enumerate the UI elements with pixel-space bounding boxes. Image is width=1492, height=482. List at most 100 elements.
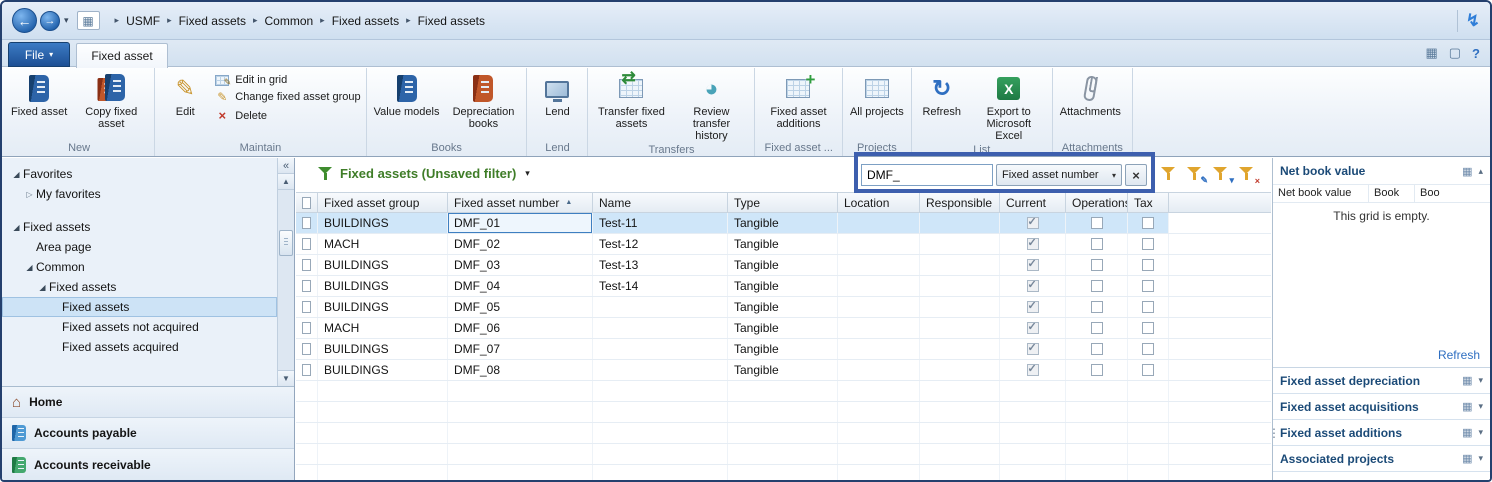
factbox-column-header[interactable]: Net book value bbox=[1273, 185, 1369, 202]
help-icon[interactable]: ? bbox=[1472, 46, 1480, 61]
panes-icon[interactable]: ▢ bbox=[1449, 45, 1461, 61]
file-menu-button[interactable]: File ▾ bbox=[8, 42, 70, 67]
tax-checkbox[interactable] bbox=[1142, 280, 1154, 292]
breadcrumb-item-area[interactable]: Common bbox=[264, 14, 313, 28]
table-row[interactable]: BUILDINGS DMF_08 Tangible bbox=[296, 360, 1271, 381]
table-row[interactable]: BUILDINGS DMF_01 Test-11 Tangible bbox=[296, 213, 1271, 234]
open-in-grid-icon[interactable]: ▦ bbox=[1462, 452, 1472, 465]
collapse-pane-button[interactable]: « bbox=[278, 158, 294, 174]
factbox-column-header[interactable]: Boo bbox=[1415, 185, 1490, 202]
row-select-checkbox[interactable] bbox=[302, 280, 311, 292]
column-header-fixed-asset-group[interactable]: Fixed asset group bbox=[318, 193, 448, 212]
operations-checkbox[interactable] bbox=[1091, 322, 1103, 334]
tree-item-fixed-assets-not-acquired[interactable]: Fixed assets not acquired bbox=[2, 317, 277, 337]
current-checkbox[interactable] bbox=[1027, 343, 1039, 355]
scrollbar-thumb[interactable] bbox=[279, 230, 293, 256]
flash-icon[interactable]: ↯ bbox=[1466, 11, 1480, 31]
copy-fixed-asset-button[interactable]: Copy fixed asset bbox=[71, 69, 151, 131]
tab-fixed-asset[interactable]: Fixed asset bbox=[76, 43, 168, 68]
export-to-excel-button[interactable]: X Export to Microsoft Excel bbox=[969, 69, 1049, 143]
change-fixed-asset-group-button[interactable]: ✎ Change fixed asset group bbox=[214, 90, 360, 104]
tree-item-area-page[interactable]: Area page bbox=[2, 237, 277, 257]
tree-item-my-favorites[interactable]: ▷ My favorites bbox=[2, 184, 277, 204]
column-header-responsible[interactable]: Responsible bbox=[920, 193, 1000, 212]
operations-checkbox[interactable] bbox=[1091, 364, 1103, 376]
recent-pages-dropdown[interactable]: ▾ bbox=[64, 15, 69, 26]
tax-checkbox[interactable] bbox=[1142, 322, 1154, 334]
operations-checkbox[interactable] bbox=[1091, 259, 1103, 271]
tree-item-fixed-assets-acquired[interactable]: Fixed assets acquired bbox=[2, 337, 277, 357]
fixed-asset-additions-button[interactable]: + Fixed asset additions bbox=[758, 69, 838, 131]
row-select-checkbox[interactable] bbox=[302, 343, 311, 355]
table-row[interactable]: MACH DMF_06 Tangible bbox=[296, 318, 1271, 339]
depreciation-books-button[interactable]: Depreciation books bbox=[443, 69, 523, 131]
select-all-checkbox[interactable] bbox=[302, 197, 311, 209]
breadcrumb-item-page[interactable]: Fixed assets bbox=[418, 14, 485, 28]
filter-by-selection-button[interactable]: ▾ bbox=[1213, 167, 1231, 183]
open-in-grid-icon[interactable]: ▦ bbox=[1462, 400, 1472, 413]
expanded-icon[interactable]: ◢ bbox=[10, 223, 23, 232]
breadcrumb-item-folder[interactable]: Fixed assets bbox=[332, 14, 399, 28]
layout-icon[interactable]: ▦ bbox=[1425, 45, 1437, 61]
forward-button[interactable]: → bbox=[40, 11, 60, 31]
open-in-grid-icon[interactable]: ▦ bbox=[1462, 426, 1472, 439]
open-in-grid-icon[interactable]: ▦ bbox=[1462, 374, 1472, 387]
review-transfer-history-button[interactable]: ◕ Review transfer history bbox=[671, 69, 751, 143]
factbox-refresh-link[interactable]: Refresh bbox=[1438, 348, 1480, 362]
current-checkbox[interactable] bbox=[1027, 364, 1039, 376]
all-projects-button[interactable]: All projects bbox=[846, 69, 908, 119]
column-header-location[interactable]: Location bbox=[838, 193, 920, 212]
clear-filter-button[interactable]: × bbox=[1239, 167, 1257, 183]
current-checkbox[interactable] bbox=[1027, 238, 1039, 250]
operations-checkbox[interactable] bbox=[1091, 301, 1103, 313]
operations-checkbox[interactable] bbox=[1091, 343, 1103, 355]
current-checkbox[interactable] bbox=[1027, 322, 1039, 334]
scroll-down-button[interactable]: ▼ bbox=[278, 370, 294, 386]
chevron-down-icon[interactable]: ▾ bbox=[1478, 401, 1483, 412]
sidebar-scrollbar[interactable]: « ▲ ▼ bbox=[277, 158, 294, 386]
row-select-checkbox[interactable] bbox=[302, 238, 311, 250]
row-select-checkbox[interactable] bbox=[302, 259, 311, 271]
factbox-column-header[interactable]: Book bbox=[1369, 185, 1415, 202]
operations-checkbox[interactable] bbox=[1091, 238, 1103, 250]
filter-value-input[interactable] bbox=[861, 164, 993, 186]
column-header-name[interactable]: Name bbox=[593, 193, 728, 212]
row-select-checkbox[interactable] bbox=[302, 322, 311, 334]
tax-checkbox[interactable] bbox=[1142, 343, 1154, 355]
refresh-button[interactable]: ↻ Refresh bbox=[915, 69, 969, 119]
current-checkbox[interactable] bbox=[1027, 280, 1039, 292]
value-models-button[interactable]: Value models bbox=[370, 69, 444, 119]
column-header-fixed-asset-number[interactable]: Fixed asset number▲ bbox=[448, 193, 593, 212]
back-button[interactable]: ← bbox=[12, 8, 37, 33]
operations-checkbox[interactable] bbox=[1091, 217, 1103, 229]
table-row[interactable]: BUILDINGS DMF_07 Tangible bbox=[296, 339, 1271, 360]
module-accounts-receivable[interactable]: Accounts receivable bbox=[2, 449, 294, 480]
tax-checkbox[interactable] bbox=[1142, 217, 1154, 229]
tax-checkbox[interactable] bbox=[1142, 301, 1154, 313]
tree-item-fixed-assets-folder[interactable]: ◢ Fixed assets bbox=[2, 277, 277, 297]
module-accounts-payable[interactable]: Accounts payable bbox=[2, 418, 294, 449]
tree-item-favorites[interactable]: ◢ Favorites bbox=[2, 164, 277, 184]
factbox-fixed-asset-acquisitions[interactable]: Fixed asset acquisitions ▦ ▾ bbox=[1273, 394, 1490, 420]
table-row[interactable]: BUILDINGS DMF_05 Tangible bbox=[296, 297, 1271, 318]
row-select-checkbox[interactable] bbox=[302, 364, 311, 376]
table-row[interactable]: BUILDINGS DMF_03 Test-13 Tangible bbox=[296, 255, 1271, 276]
column-header-operations[interactable]: Operations bbox=[1066, 193, 1128, 212]
factbox-header[interactable]: Net book value ▦ ▴ bbox=[1273, 158, 1490, 184]
row-select-checkbox[interactable] bbox=[302, 301, 311, 313]
operations-checkbox[interactable] bbox=[1091, 280, 1103, 292]
delete-button[interactable]: × Delete bbox=[214, 108, 360, 123]
row-select-checkbox[interactable] bbox=[302, 217, 311, 229]
expanded-icon[interactable]: ◢ bbox=[10, 170, 23, 179]
advanced-filter-button[interactable]: ✎ bbox=[1187, 167, 1205, 183]
list-view-icon[interactable]: ▦ bbox=[77, 11, 100, 30]
module-home[interactable]: ⌂ Home bbox=[2, 387, 294, 418]
table-row[interactable]: BUILDINGS DMF_04 Test-14 Tangible bbox=[296, 276, 1271, 297]
tax-checkbox[interactable] bbox=[1142, 364, 1154, 376]
chevron-down-icon[interactable]: ▾ bbox=[1478, 453, 1483, 464]
filter-field-dropdown[interactable]: Fixed asset number ▾ bbox=[996, 164, 1122, 186]
breadcrumb-item-company[interactable]: USMF bbox=[126, 14, 160, 28]
fixed-asset-button[interactable]: Fixed asset bbox=[7, 69, 71, 119]
expanded-icon[interactable]: ◢ bbox=[23, 263, 36, 272]
chevron-down-icon[interactable]: ▾ bbox=[525, 168, 530, 179]
